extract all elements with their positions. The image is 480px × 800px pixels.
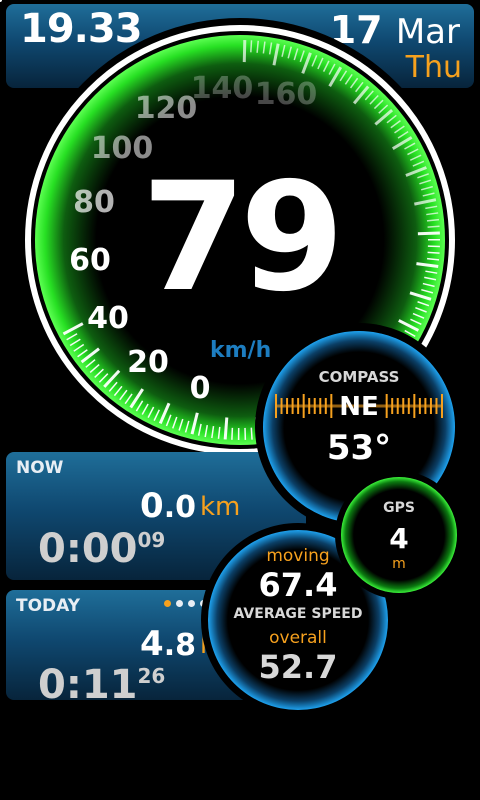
- dot-icon: [176, 600, 183, 607]
- today-duration: 0:1126: [38, 662, 165, 708]
- scale-label-80: 80: [73, 185, 115, 220]
- now-distance-unit: km: [200, 492, 241, 522]
- scale-label-160: 160: [255, 77, 318, 112]
- today-distance-int: 4: [140, 624, 164, 664]
- scale-label-120: 120: [135, 91, 198, 126]
- now-distance-dec: .0: [163, 490, 196, 525]
- today-duration-sec: 26: [137, 664, 166, 688]
- now-duration-sec: 09: [137, 528, 166, 552]
- average-overall-value: 52.7: [258, 648, 338, 686]
- average-speed-title: AVERAGE SPEED: [233, 606, 363, 622]
- scale-label-20: 20: [127, 345, 169, 380]
- gps-title: GPS: [383, 500, 415, 516]
- now-distance-int: 0: [140, 486, 164, 526]
- gauge-tick: [417, 231, 440, 236]
- now-duration: 0:0009: [38, 526, 165, 572]
- gps-unit: m: [392, 556, 406, 572]
- compass-bearing: 53°: [326, 428, 392, 468]
- gauge-tick: [250, 427, 253, 440]
- gps-accuracy: 4: [389, 522, 409, 555]
- gps-accuracy-dial[interactable]: GPS 4 m: [334, 470, 464, 600]
- dot-icon: [188, 600, 195, 607]
- gauge-tick: [242, 40, 247, 63]
- today-duration-main: 0:11: [38, 662, 138, 708]
- compass-direction: NE: [339, 392, 379, 422]
- scale-label-0: 0: [190, 371, 211, 406]
- now-distance: 0.0 km: [140, 486, 240, 526]
- gauge-tick: [427, 251, 440, 254]
- current-speed: 79: [141, 151, 345, 325]
- gauge-tick: [223, 417, 229, 440]
- average-overall-label: overall: [269, 628, 327, 648]
- scale-label-140: 140: [191, 71, 254, 106]
- today-title: TODAY: [16, 596, 80, 616]
- now-title: NOW: [16, 458, 64, 478]
- today-distance: 4.8km: [140, 624, 240, 664]
- compass-title: COMPASS: [318, 368, 400, 386]
- gauge-tick: [250, 40, 253, 53]
- now-duration-main: 0:00: [38, 526, 138, 572]
- today-distance-dec: .8: [163, 628, 196, 663]
- gauge-tick: [427, 225, 440, 228]
- speedometer-screen: 19.33 17 Mar Thu 0 20 40 60 80 100 120 1…: [0, 0, 480, 800]
- dot-icon: [164, 600, 171, 607]
- scale-label-60: 60: [69, 243, 111, 278]
